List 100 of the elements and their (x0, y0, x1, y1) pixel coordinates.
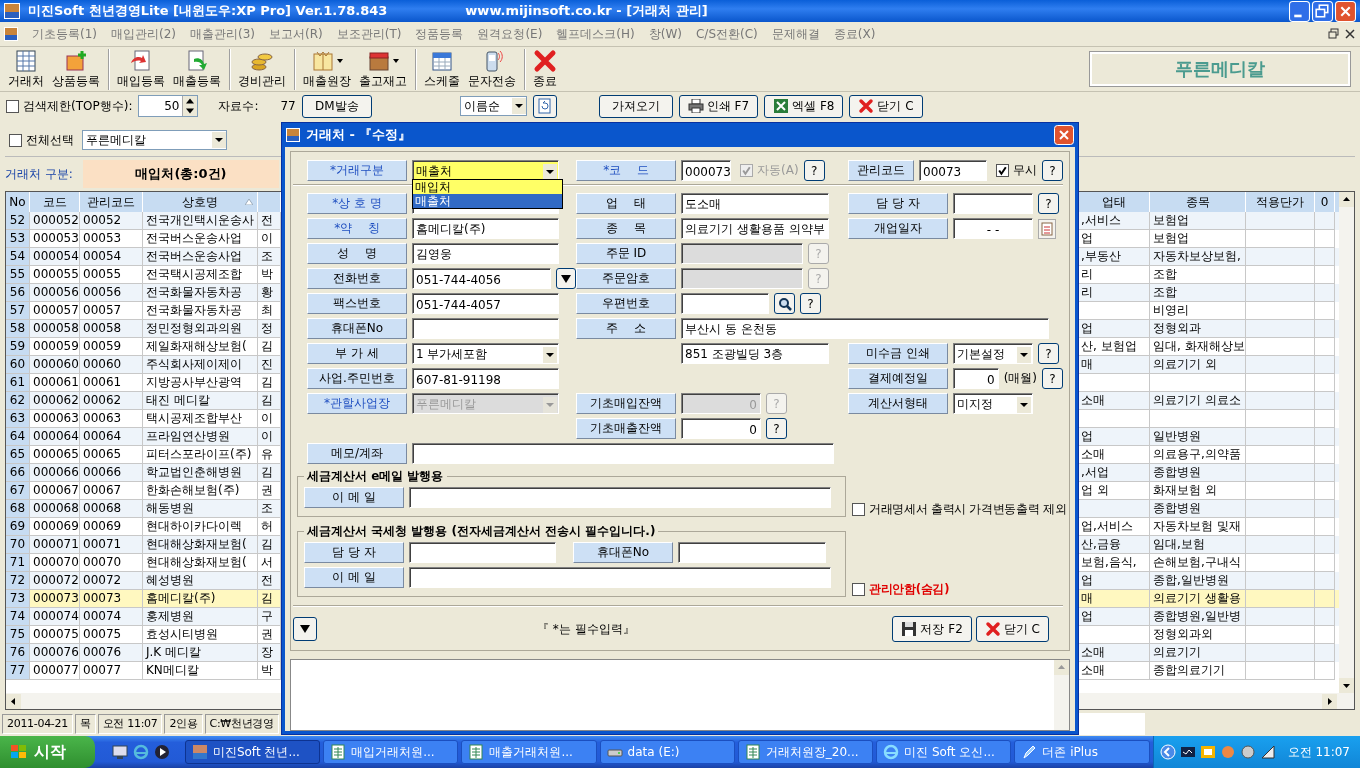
input-field[interactable] (953, 193, 1033, 214)
branch-dropdown[interactable]: 푸른메디칼 (82, 130, 227, 150)
toolbar-button[interactable]: 출고재고 (355, 48, 411, 90)
memo-area[interactable] (290, 659, 1070, 731)
input-field[interactable]: 851 조광빌딩 3층 (681, 343, 829, 364)
menu-item[interactable]: 매입관리(2) (111, 25, 176, 43)
toolbar-button[interactable]: 경비관리 (229, 48, 290, 90)
phone-list-button[interactable] (556, 268, 576, 289)
input-field[interactable]: 의료기기 생활용품 의약부 (681, 218, 829, 239)
menu-item[interactable]: 기초등록(1) (32, 25, 97, 43)
search-button[interactable] (774, 293, 795, 314)
table-cell: 000056 (30, 284, 80, 302)
menu-item[interactable]: 보고서(R) (269, 25, 323, 43)
menu-item[interactable]: 정품등록 (415, 25, 464, 43)
menu-item[interactable]: 창(W) (648, 25, 682, 43)
dropdown-field[interactable]: 미지정 (953, 393, 1033, 414)
toolbar-button[interactable]: 거래처 (4, 48, 48, 90)
option-checkbox[interactable]: 거래명세서 출력시 가격변동출력 제외 (852, 502, 1067, 517)
save-button[interactable]: 저장 F2 (892, 616, 972, 642)
help-button[interactable]: ? (1042, 160, 1063, 181)
refresh-button[interactable] (532, 94, 557, 118)
option-checkbox[interactable]: 관리안함(숨김) (852, 582, 950, 597)
taskbar-button[interactable]: 매입거래처원... (323, 740, 459, 764)
close-icon[interactable] (1344, 28, 1356, 40)
media-player-icon[interactable] (153, 744, 170, 760)
menu-item[interactable]: 종료(X) (833, 25, 876, 43)
taskbar-button[interactable]: data (E:) (599, 740, 735, 764)
toolbar-button[interactable]: 매입등록 (108, 48, 169, 90)
expand-button[interactable] (293, 617, 317, 641)
dropdown-field[interactable]: 매출처 (412, 160, 559, 181)
input-field[interactable] (412, 443, 834, 464)
input-field[interactable] (409, 487, 831, 508)
taskbar-button[interactable]: 더존 iPlus (1014, 740, 1150, 764)
desktop-icon[interactable] (111, 744, 128, 760)
limit-spinner[interactable]: 50 (138, 95, 199, 117)
toolbar-button[interactable]: 종료 (524, 48, 561, 90)
amount-field[interactable]: 0 (681, 418, 761, 439)
dropdown-field[interactable]: 기본설정 (953, 343, 1033, 364)
tray-icon[interactable] (1259, 744, 1276, 760)
taskbar-button[interactable]: 미진Soft 천년... (184, 740, 321, 764)
menu-item[interactable]: 매입처 (413, 180, 562, 194)
input-field[interactable] (409, 567, 831, 588)
input-field[interactable]: 051-744-4056 (412, 268, 552, 289)
sort-dropdown[interactable]: 이름순 (459, 96, 527, 116)
help-button[interactable]: ? (1038, 193, 1059, 214)
vertical-scrollbar[interactable] (1339, 192, 1354, 693)
toolbar-button[interactable]: 스케줄 (415, 48, 464, 90)
expand-icon[interactable] (1159, 744, 1176, 760)
input-field[interactable] (412, 318, 559, 339)
close-button[interactable]: 닫기 C (975, 616, 1049, 642)
fetch-button[interactable]: 가져오기 (598, 94, 673, 118)
print-button[interactable]: 인쇄 F7 (678, 94, 759, 118)
restore-icon[interactable] (1328, 28, 1340, 40)
menu-item[interactable]: 문제해결 (771, 25, 820, 43)
toolbar-button[interactable]: 상품등록 (48, 48, 104, 90)
input-field[interactable]: 051-744-4057 (412, 293, 559, 314)
tray-icon[interactable] (1179, 744, 1196, 760)
menu-item[interactable]: 보조관리(T) (336, 25, 402, 43)
help-button[interactable]: ? (803, 160, 825, 181)
dm-button[interactable]: DM발송 (301, 94, 372, 118)
code-field[interactable]: 000073 (681, 160, 731, 181)
code-field[interactable]: 00073 (919, 160, 987, 181)
restore-icon[interactable] (1312, 0, 1333, 22)
taskbar-button[interactable]: 매출거래처원... (461, 740, 597, 764)
help-button[interactable]: ? (800, 293, 821, 314)
input-field[interactable]: 607-81-91198 (412, 368, 559, 389)
input-field[interactable]: 도소매 (681, 193, 829, 214)
table-cell: 종합병원 (1150, 464, 1246, 482)
excel-button[interactable]: 엑셀 F8 (764, 94, 844, 118)
select-all-checkbox[interactable]: 전체선택 (9, 131, 74, 149)
date-field[interactable]: - - (953, 218, 1033, 239)
box-plus-icon (64, 48, 88, 73)
menu-item[interactable]: 매출관리(3) (190, 25, 255, 43)
toolbar-button[interactable]: 문자전송 (464, 48, 520, 90)
menu-item[interactable]: C/S전환(C) (696, 25, 758, 43)
option-checkbox[interactable]: 무시 (996, 162, 1037, 179)
dropdown-field[interactable]: 1 부가세포함 (412, 343, 559, 364)
limit-checkbox[interactable]: 검색제한(TOP행수): (6, 97, 133, 115)
input-field[interactable]: 홈메디칼(주) (412, 218, 559, 239)
close-button[interactable]: 닫기 C (849, 94, 923, 118)
help-button[interactable]: ? (766, 418, 787, 439)
input-field[interactable]: 김영웅 (412, 243, 559, 264)
table-cell: 00056 (80, 284, 143, 302)
taskbar-button[interactable]: 거래처원장_20... (737, 740, 874, 764)
menu-item[interactable]: 매출처 (413, 194, 562, 208)
amount-field[interactable]: 0 (953, 368, 999, 389)
input-field[interactable] (409, 542, 556, 563)
minimize-icon[interactable] (1289, 0, 1310, 22)
toolbar-button[interactable]: 매출원장 (294, 48, 355, 90)
field-label: 담 당 자 (304, 542, 404, 563)
help-button[interactable]: ? (1042, 368, 1063, 389)
input-field[interactable] (678, 542, 826, 563)
input-field[interactable]: 부산시 동 온천동 (681, 318, 1049, 339)
input-field[interactable] (681, 293, 769, 314)
taskbar-button[interactable]: 미진 Soft 오신... (876, 740, 1012, 764)
menu-item[interactable]: 원격요청(E) (477, 25, 543, 43)
help-button[interactable]: ? (1038, 343, 1059, 364)
menu-item[interactable]: 헬프데스크(H) (556, 25, 635, 43)
toolbar-button[interactable]: 매출등록 (169, 48, 225, 90)
row-number: 56 (6, 284, 30, 302)
